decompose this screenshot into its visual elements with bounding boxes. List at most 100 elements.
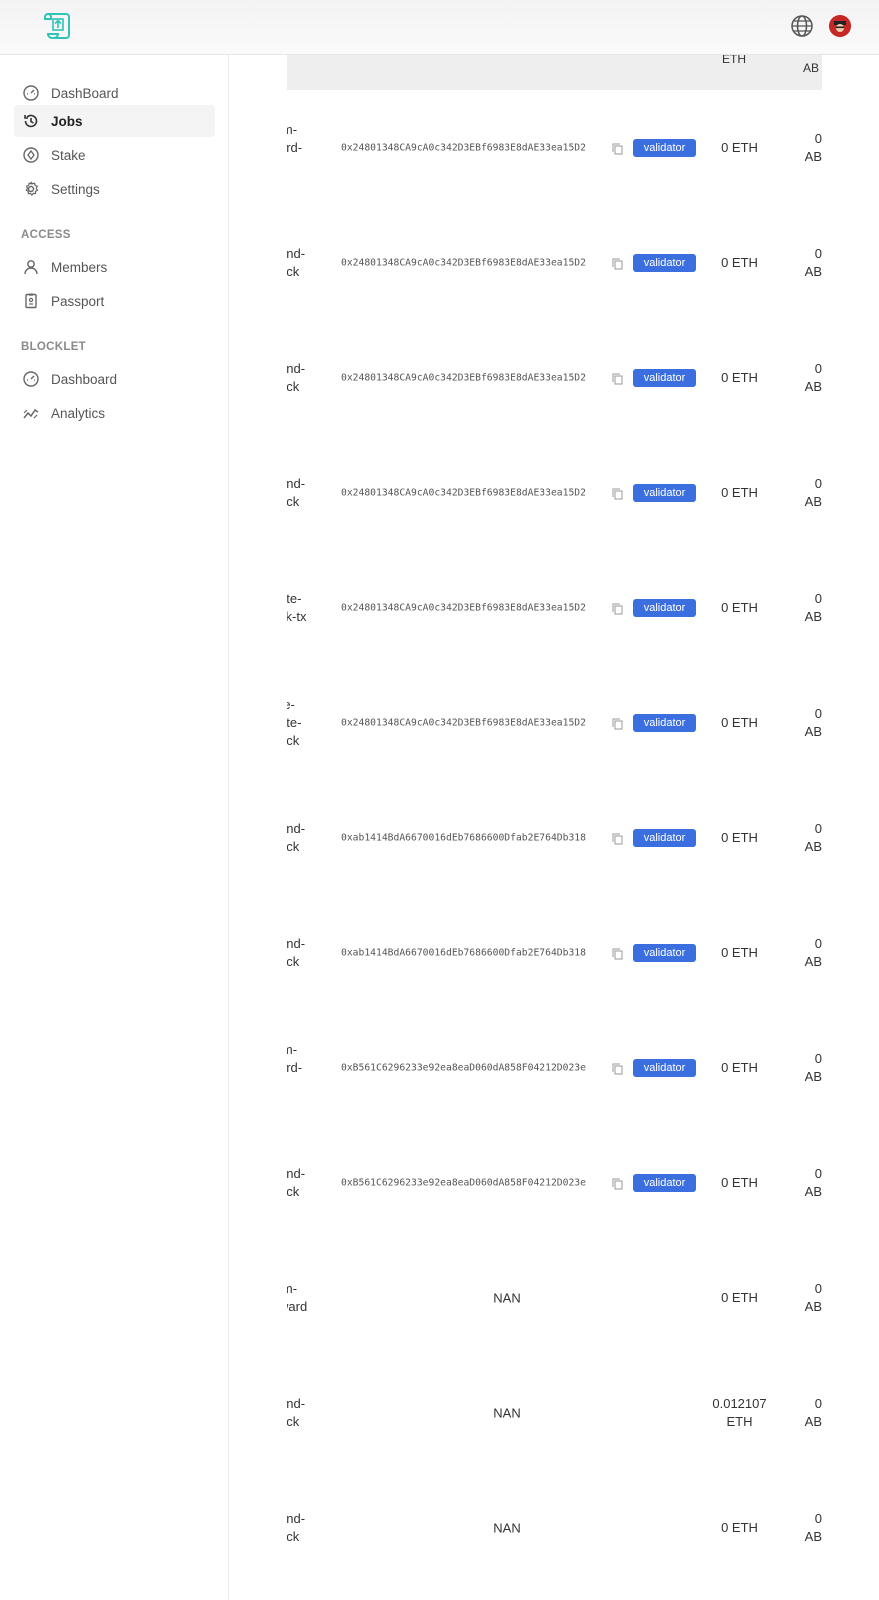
address-cell: 0x24801348CA9cA0c342D3EBf6983E8dAE33ea15… — [341, 717, 586, 728]
role-badge: validator — [633, 253, 696, 272]
copy-icon[interactable] — [612, 832, 623, 844]
table-row: end- ock 0x24801348CA9cA0c342D3EBf6983E8d… — [287, 435, 822, 550]
sidebar-item-label: Passport — [51, 293, 105, 309]
role-badge: validator — [633, 368, 696, 387]
gauge-icon — [23, 371, 39, 387]
role-badge: validator — [633, 1058, 696, 1077]
sidebar-item-passport[interactable]: Passport — [14, 285, 215, 317]
sidebar-item-members[interactable]: Members — [14, 251, 215, 283]
analytics-icon — [23, 408, 39, 419]
sidebar-item-label: Analytics — [51, 405, 106, 421]
copy-icon[interactable] — [612, 947, 623, 959]
copy-icon[interactable] — [612, 487, 623, 499]
sidebar-item-label: Dashboard — [51, 371, 118, 387]
ab-amount-cell: 0 AB — [804, 1395, 822, 1429]
table-row: re- ate- ock 0x24801348CA9cA0c342D3EBf698… — [287, 665, 822, 780]
ab-amount-cell: 0 AB — [804, 475, 822, 509]
table-row: im- ward NAN 0 ETH 0 AB — [287, 1240, 822, 1355]
logo-icon[interactable] — [40, 10, 74, 44]
role-badge: validator — [633, 138, 696, 157]
ab-amount-cell: 0 AB — [804, 1280, 822, 1314]
column-header-ab: AB — [803, 61, 820, 75]
table-row: end- ock 0xab1414BdA6670016dEb7686600Dfab… — [287, 780, 822, 895]
passport-icon — [25, 293, 37, 309]
jobs-table: ETH AB im- ard- x 0x24801348CA9cA0c342D3E… — [287, 55, 822, 1600]
job-type-cell: end- ock — [287, 1165, 306, 1199]
address-cell: 0x24801348CA9cA0c342D3EBf6983E8dAE33ea15… — [341, 142, 586, 153]
column-header-eth: ETH — [722, 55, 746, 66]
table-row: im- ard- x 0xB561C6296233e92ea8eaD060dA85… — [287, 1010, 822, 1125]
eth-amount-cell: 0 ETH — [721, 369, 758, 385]
role-badge: validator — [633, 1173, 696, 1192]
sidebar-item-label: Jobs — [51, 113, 83, 129]
table-row: end- ock 0x24801348CA9cA0c342D3EBf6983E8d… — [287, 320, 822, 435]
sidebar-item-label: Members — [51, 259, 108, 275]
eth-amount-cell: 0 ETH — [721, 599, 758, 615]
table-row: end- ock 0xB561C6296233e92ea8eaD060dA858F… — [287, 1125, 822, 1240]
gear-icon — [25, 181, 39, 197]
history-icon — [24, 114, 38, 128]
job-type-cell: end- ock — [287, 1395, 306, 1429]
sidebar-item-jobs[interactable]: Jobs — [14, 105, 215, 137]
sidebar-item-stake[interactable]: Stake — [14, 139, 215, 171]
table-row: end- ock NAN 0 ETH 0 AB — [287, 1470, 822, 1585]
eth-amount-cell: 0 ETH — [721, 484, 758, 500]
copy-icon[interactable] — [612, 257, 623, 269]
eth-amount-cell: 0 ETH — [721, 1174, 758, 1190]
sidebar-item-settings[interactable]: Settings — [14, 173, 215, 205]
table-row: end- ock NAN 0.012107 ETH 0 AB — [287, 1355, 822, 1470]
job-type-cell: end- ock — [287, 1510, 306, 1544]
ab-amount-cell: 0 AB — [804, 245, 822, 279]
table-row: im- ard- x 0x24801348CA9cA0c342D3EBf6983E… — [287, 90, 822, 205]
copy-icon[interactable] — [612, 372, 623, 384]
job-type-cell: im- ward — [287, 1280, 308, 1314]
user-icon — [24, 260, 38, 275]
sidebar-item-analytics[interactable]: Analytics — [14, 397, 215, 429]
address-cell: NAN — [493, 1520, 521, 1535]
eth-amount-cell: 0 ETH — [721, 1289, 758, 1305]
address-cell: 0xB561C6296233e92ea8eaD060dA858F04212D02… — [341, 1062, 586, 1073]
copy-icon[interactable] — [612, 142, 623, 154]
section-title-blocklet: BLOCKLET — [21, 341, 87, 353]
ab-amount-cell: 0 AB — [804, 590, 822, 624]
eth-amount-cell: 0 ETH — [721, 1059, 758, 1075]
job-type-cell: end- ock — [287, 245, 306, 279]
gauge-icon — [23, 85, 39, 101]
globe-icon[interactable] — [790, 14, 814, 38]
sidebar-item-label: Settings — [51, 181, 100, 197]
table-row: ate- ck-tx 0x24801348CA9cA0c342D3EBf6983E… — [287, 550, 822, 665]
sidebar-item-label: Stake — [51, 147, 86, 163]
copy-icon[interactable] — [612, 717, 623, 729]
eth-amount-cell: 0 ETH — [721, 1519, 758, 1535]
ab-amount-cell: 0 AB — [804, 360, 822, 394]
sidebar-item-blocklet-dashboard[interactable]: Dashboard — [14, 363, 215, 395]
job-type-cell: end- ock — [287, 475, 306, 509]
address-cell: 0xab1414BdA6670016dEb7686600Dfab2E764Db3… — [341, 832, 586, 843]
top-bar — [0, 0, 879, 55]
table-row: end- ock 0xab1414BdA6670016dEb7686600Dfab… — [287, 895, 822, 1010]
sidebar-item-label: DashBoard — [51, 85, 119, 101]
address-cell: 0x24801348CA9cA0c342D3EBf6983E8dAE33ea15… — [341, 257, 586, 268]
table-row: end- ock 0x24801348CA9cA0c342D3EBf6983E8d… — [287, 205, 822, 320]
address-cell: 0x24801348CA9cA0c342D3EBf6983E8dAE33ea15… — [341, 602, 586, 613]
avatar[interactable] — [829, 15, 851, 37]
address-cell: 0xB561C6296233e92ea8eaD060dA858F04212D02… — [341, 1177, 586, 1188]
copy-icon[interactable] — [612, 1062, 623, 1074]
eth-amount-cell: 0.012107 ETH — [712, 1395, 767, 1429]
job-type-cell: end- ock — [287, 935, 306, 969]
sidebar: DashBoard Jobs Stake Settings ACCESS Mem… — [0, 55, 229, 1600]
ab-amount-cell: 0 AB — [804, 705, 822, 739]
ab-amount-cell: 0 AB — [804, 1165, 822, 1199]
ab-amount-cell: 0 AB — [804, 820, 822, 854]
eth-amount-cell: 0 ETH — [721, 714, 758, 730]
ab-amount-cell: 0 AB — [804, 1510, 822, 1544]
role-badge: validator — [633, 828, 696, 847]
job-type-cell: end- ock — [287, 820, 306, 854]
ab-amount-cell: 0 AB — [804, 935, 822, 969]
copy-icon[interactable] — [612, 1177, 623, 1189]
ab-amount-cell: 0 AB — [804, 1050, 822, 1084]
eth-amount-cell: 0 ETH — [721, 254, 758, 270]
stake-icon — [23, 147, 39, 163]
eth-amount-cell: 0 ETH — [721, 944, 758, 960]
copy-icon[interactable] — [612, 602, 623, 614]
